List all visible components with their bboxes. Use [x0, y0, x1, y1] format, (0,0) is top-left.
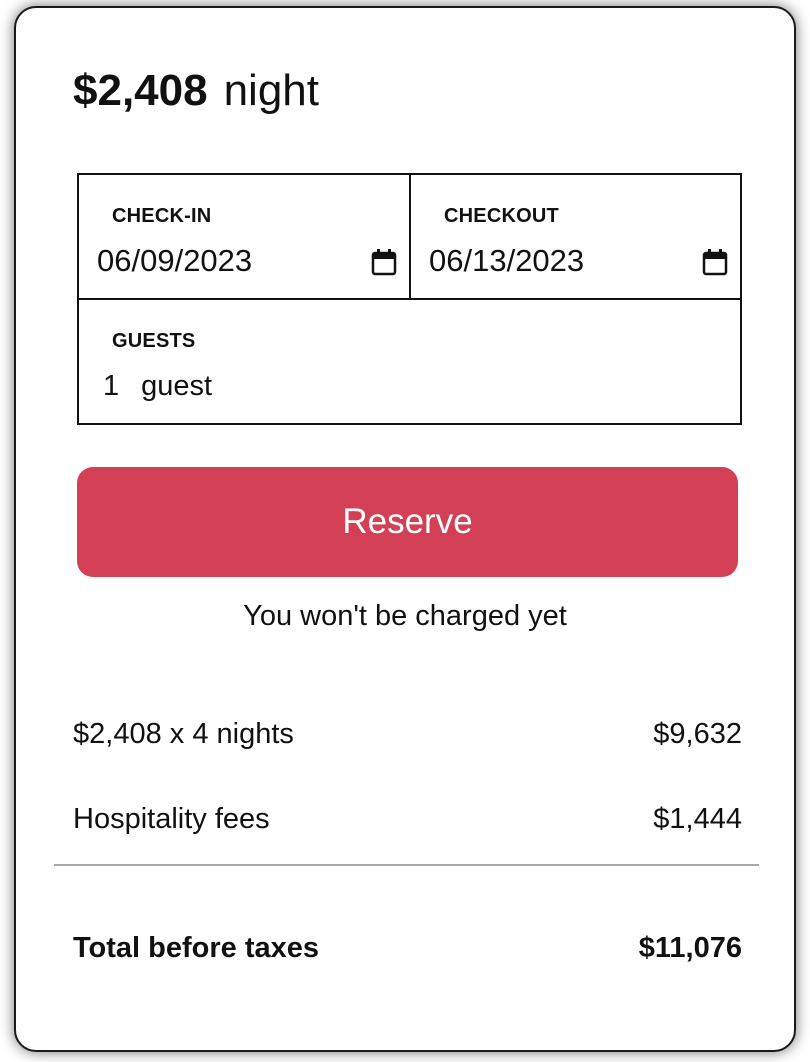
total-label: Total before taxes	[73, 932, 320, 964]
calendar-icon[interactable]	[702, 248, 728, 276]
total-amount: $11,076	[638, 932, 742, 964]
guests-select[interactable]: 1 guest	[103, 370, 212, 403]
guests-unit: guest	[141, 370, 213, 402]
fees-line-item: Hospitality fees $1,444	[73, 803, 742, 836]
nightly-price: $2,408	[73, 66, 208, 115]
reserve-button[interactable]: Reserve	[77, 467, 738, 577]
checkout-label: CHECKOUT	[444, 205, 559, 227]
total-divider	[54, 864, 759, 866]
nightly-label: $2,408 x 4 nights	[73, 718, 294, 750]
guests-label: GUESTS	[112, 330, 196, 352]
checkin-field[interactable]: CHECK-IN 06/09/2023	[79, 175, 411, 300]
nightly-line-item: $2,408 x 4 nights $9,632	[73, 718, 742, 751]
fees-label: Hospitality fees	[73, 803, 270, 835]
guests-count: 1	[103, 370, 120, 402]
booking-card: $2,408 night CHECK-IN 06/09/2023 CHECKOU…	[14, 6, 796, 1052]
price-unit: night	[223, 66, 319, 115]
checkin-input[interactable]: 06/09/2023	[97, 243, 252, 279]
nightly-amount: $9,632	[653, 718, 742, 750]
calendar-icon[interactable]	[371, 248, 397, 276]
guests-field[interactable]: GUESTS 1 guest	[79, 300, 740, 423]
checkout-input[interactable]: 06/13/2023	[429, 243, 584, 279]
checkin-label: CHECK-IN	[112, 205, 212, 227]
charge-note: You won't be charged yet	[243, 600, 567, 632]
total-line: Total before taxes $11,076	[73, 932, 742, 965]
checkout-field[interactable]: CHECKOUT 06/13/2023	[411, 175, 740, 300]
price-header: $2,408 night	[73, 66, 319, 116]
booking-form: CHECK-IN 06/09/2023 CHECKOUT 06/13/2023 …	[77, 173, 742, 425]
fees-amount: $1,444	[653, 803, 742, 835]
